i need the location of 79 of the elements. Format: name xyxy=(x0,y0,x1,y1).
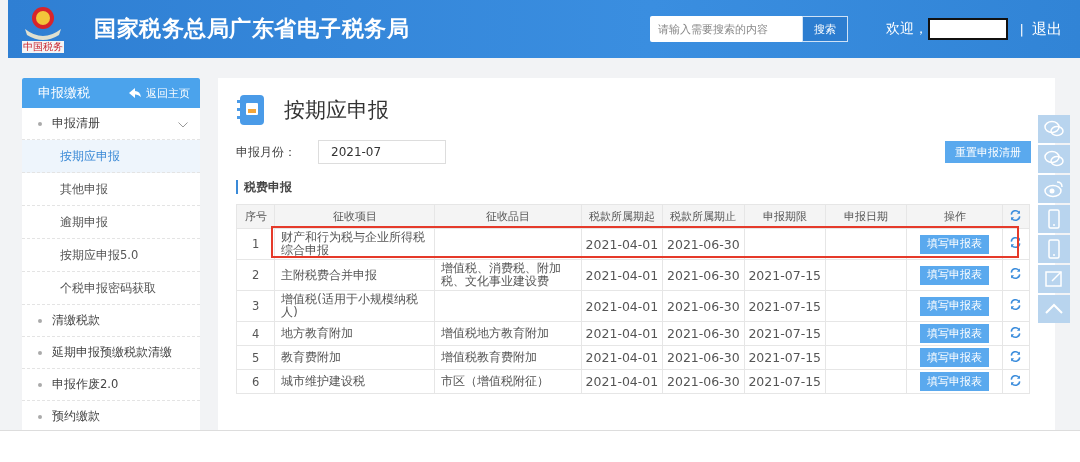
table-cell: 增值税教育费附加 xyxy=(441,350,537,364)
fill-form-button[interactable]: 填写申报表 xyxy=(920,372,990,391)
search-button[interactable]: 搜索 xyxy=(801,16,848,42)
column-header: 征收品目 xyxy=(434,204,582,229)
table-cell: 地方教育附加 xyxy=(281,326,354,340)
form-icon xyxy=(236,94,266,126)
table-cell: 3 xyxy=(251,299,260,313)
table-cell: 2021-04-01 xyxy=(585,326,659,341)
menu-item[interactable]: 按期应申报5.0 xyxy=(22,239,200,272)
menu-item[interactable]: 按期应申报 xyxy=(22,140,200,173)
table-cell: 2021-06-30 xyxy=(667,267,740,283)
sidebar-title: 申报缴税 xyxy=(38,84,90,102)
reset-button[interactable]: 重置申报清册 xyxy=(945,141,1031,163)
table-cell: 2021-04-01 xyxy=(585,267,659,283)
table-cell: 2021-04-01 xyxy=(585,298,659,314)
table-cell: 增值税(适用于小规模纳税人) xyxy=(281,292,418,319)
table-cell: 2021-06-30 xyxy=(667,298,740,314)
table-cell: 2021-04-01 xyxy=(585,236,659,252)
table-cell: 2021-04-01 xyxy=(585,374,659,389)
bullet-icon xyxy=(38,414,42,419)
table-cell: 2021-07-15 xyxy=(748,267,822,283)
table-cell: 城市维护建设税 xyxy=(281,374,366,388)
table-cell: 2021-07-15 xyxy=(748,350,822,365)
column-header: 序号 xyxy=(236,204,275,229)
refresh-icon[interactable] xyxy=(1009,267,1023,280)
table-cell: 增值税地方教育附加 xyxy=(441,326,549,340)
logo-caption: 中国税务 xyxy=(22,41,64,53)
fill-form-button[interactable]: 填写申报表 xyxy=(920,324,990,343)
menu-group-item[interactable]: 申报作废2.0 xyxy=(22,369,200,401)
section-heading: 税费申报 xyxy=(236,180,1031,194)
table-cell: 2021-06-30 xyxy=(667,236,740,252)
refresh-icon[interactable] xyxy=(1009,208,1023,222)
month-field[interactable]: 2021-07 xyxy=(318,140,446,164)
search-field[interactable]: 请输入需要搜索的内容 xyxy=(649,16,802,42)
bullet-icon xyxy=(38,350,42,355)
refresh-icon[interactable] xyxy=(1009,349,1023,363)
table-cell: 4 xyxy=(251,326,260,341)
back-arrow-icon xyxy=(129,88,141,98)
menu-item[interactable]: 个税申报密码获取 xyxy=(22,272,200,305)
table-cell: 教育费附加 xyxy=(281,350,342,364)
table-cell: 5 xyxy=(251,350,260,365)
table-cell: 2021-06-30 xyxy=(667,326,740,341)
refresh-icon[interactable] xyxy=(1009,298,1023,311)
table-cell: 1 xyxy=(251,237,260,251)
fill-form-button[interactable]: 填写申报表 xyxy=(920,348,990,367)
menu-group-item[interactable]: 清缴税款 xyxy=(22,305,200,337)
menu-item[interactable]: 逾期申报 xyxy=(22,206,200,239)
table-cell: 财产和行为税与企业所得税综合申报 xyxy=(281,230,426,257)
bullet-icon xyxy=(38,318,42,323)
column-header: 征收项目 xyxy=(274,204,435,229)
table-cell: 6 xyxy=(251,374,260,389)
fill-form-button[interactable]: 填写申报表 xyxy=(920,265,990,285)
table-cell: 2021-06-30 xyxy=(667,374,740,389)
table-cell: 2021-07-15 xyxy=(748,374,822,389)
month-label: 申报月份： xyxy=(236,144,297,160)
table-cell: 2021-06-30 xyxy=(667,350,740,365)
refresh-icon[interactable] xyxy=(1009,325,1023,339)
table-cell: 主附税费合并申报 xyxy=(281,267,378,282)
logout-link[interactable]: 退出 xyxy=(1032,19,1062,39)
refresh-icon[interactable] xyxy=(1009,373,1023,387)
table-cell: 2021-07-15 xyxy=(748,298,822,314)
column-header: 操作 xyxy=(906,204,1003,229)
bullet-icon xyxy=(38,121,42,126)
bullet-icon xyxy=(38,382,42,387)
back-home-link[interactable]: 返回主页 xyxy=(129,85,190,101)
table-cell: 市区（增值税附征） xyxy=(441,374,549,388)
table-cell: 2021-07-15 xyxy=(748,326,822,341)
fill-form-button[interactable]: 填写申报表 xyxy=(920,296,990,316)
welcome-text: 欢迎， xyxy=(885,20,928,38)
menu-item[interactable]: 其他申报 xyxy=(22,173,200,206)
table-cell: 2 xyxy=(251,268,260,282)
table-cell: 2021-04-01 xyxy=(585,350,659,365)
separator-text: | xyxy=(1019,21,1024,37)
page-title: 按期应申报 xyxy=(284,97,389,124)
menu-group-item[interactable]: 延期申报预缴税款清缴 xyxy=(22,337,200,369)
fill-form-button[interactable]: 填写申报表 xyxy=(920,234,990,254)
table-cell: 增值税、消费税、附加税、文化事业建设费 xyxy=(441,261,561,288)
site-title: 国家税务总局广东省电子税务局 xyxy=(94,15,409,43)
refresh-icon[interactable] xyxy=(1009,236,1023,249)
